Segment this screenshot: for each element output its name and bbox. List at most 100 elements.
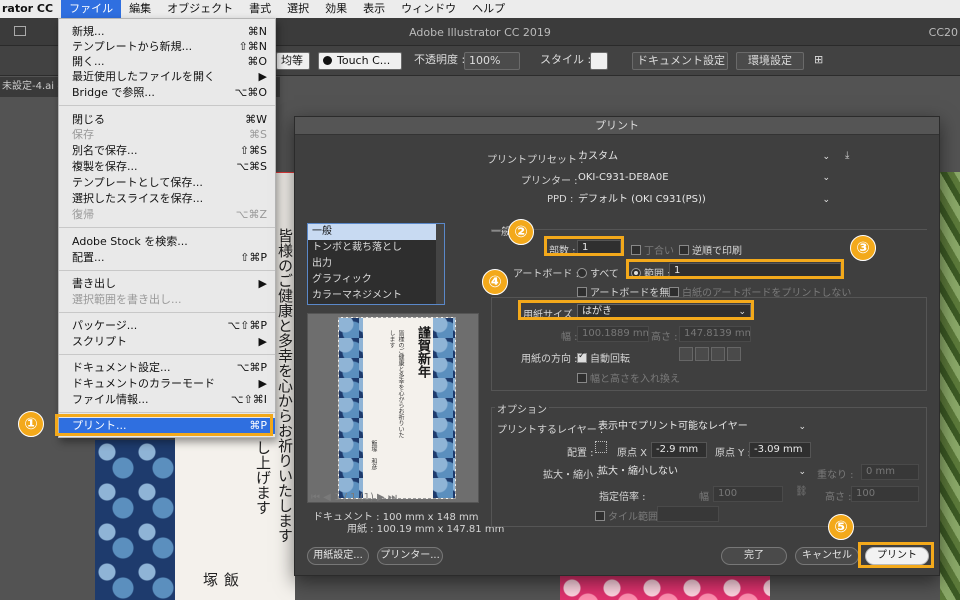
auto-rotate-checkbox[interactable]: 自動回転 — [577, 350, 630, 365]
menu-window[interactable]: ウィンドウ — [393, 0, 464, 18]
tile-range-checkbox[interactable]: タイル範囲 : — [595, 508, 665, 523]
orientation-portrait-icon[interactable] — [679, 347, 693, 361]
card-title: 謹賀新年 — [415, 326, 430, 378]
artboard-label: アートボード : — [513, 269, 579, 280]
menu-effect[interactable]: 効果 — [317, 0, 355, 18]
menu-separator — [59, 354, 275, 355]
preferences-button[interactable]: 環境設定 — [736, 52, 804, 70]
paper-size-info: 用紙 : 100.19 mm x 147.81 mm — [347, 524, 505, 535]
menu-select[interactable]: 選択 — [279, 0, 317, 18]
menu-item-color-mode[interactable]: ドキュメントのカラーモード ▶ — [59, 376, 275, 391]
menu-item-label: 保存 — [72, 128, 94, 141]
width-input[interactable]: 100.1889 mm — [577, 326, 649, 342]
printer-button[interactable]: プリンター... — [377, 547, 443, 565]
menu-item-new-from-template[interactable]: テンプレートから新規... ⇧⌘N — [59, 39, 275, 54]
menu-item-adobe-stock[interactable]: Adobe Stock を検索... — [59, 234, 275, 249]
menu-item-close[interactable]: 閉じる ⌘W — [59, 112, 275, 127]
category-marks-bleed[interactable]: トンボと裁ち落とし — [308, 240, 444, 256]
scale-height-input[interactable]: 100 — [851, 486, 919, 502]
menu-item-shortcut: ⌥⌘S — [236, 160, 267, 173]
menu-item-scripts[interactable]: スクリプト ▶ — [59, 334, 275, 349]
category-color-management[interactable]: カラーマネジメント — [308, 288, 444, 304]
menu-item-export[interactable]: 書き出し ▶ — [59, 276, 275, 291]
preset-select[interactable]: カスタム ⌄ — [573, 149, 835, 165]
cancel-button[interactable]: キャンセル — [795, 547, 859, 565]
chevron-down-icon: ⌄ — [798, 467, 806, 477]
category-scrollbar[interactable] — [436, 224, 444, 304]
step4-highlight — [518, 300, 754, 320]
scale-ratio-label: 指定倍率 : — [599, 492, 646, 503]
overlap-label: 重なり : — [817, 470, 854, 481]
menu-item-open[interactable]: 開く... ⌘O — [59, 54, 275, 69]
print-dialog: プリント プリントプリセット : カスタム ⌄ ⤓ プリンター : OKI-C93… — [294, 116, 940, 576]
menu-item-bridge[interactable]: Bridge で参照... ⌥⌘O — [59, 85, 275, 100]
menu-item-save-slices[interactable]: 選択したスライスを保存... — [59, 191, 275, 206]
menu-item-label: ドキュメント設定... — [72, 361, 171, 374]
menu-item-save-as[interactable]: 別名で保存... ⇧⌘S — [59, 143, 275, 158]
menu-object[interactable]: オブジェクト — [159, 0, 241, 18]
overlap-input[interactable]: 0 mm — [861, 464, 919, 480]
step5-highlight — [858, 542, 934, 568]
opacity-input[interactable]: 100% — [464, 52, 520, 70]
menu-item-label: 新規... — [72, 25, 105, 38]
artboard-all-radio[interactable]: すべて — [577, 265, 619, 280]
save-preset-icon[interactable]: ⤓ — [845, 150, 849, 161]
menu-item-file-info[interactable]: ファイル情報... ⌥⇧⌘I — [59, 392, 275, 407]
printer-select[interactable]: OKI-C931-DE8A0E ⌄ — [573, 170, 835, 186]
orientation-portrait-flipped-icon[interactable] — [711, 347, 725, 361]
menu-item-save-template[interactable]: テンプレートとして保存... — [59, 175, 275, 190]
menu-type[interactable]: 書式 — [241, 0, 279, 18]
page-nav[interactable]: ⏮ ◀ 1 / 1 (1) ▶ ⏭ — [311, 492, 397, 503]
stroke-profile[interactable]: 均等 — [276, 52, 310, 70]
menu-file[interactable]: ファイル — [61, 0, 122, 18]
placement-grid-icon[interactable] — [595, 441, 607, 453]
category-output[interactable]: 出力 — [308, 256, 444, 272]
orientation-landscape-flipped-icon[interactable] — [727, 347, 741, 361]
menu-view[interactable]: 表示 — [355, 0, 393, 18]
menu-item-package[interactable]: パッケージ... ⌥⇧⌘P — [59, 318, 275, 333]
done-button[interactable]: 完了 — [721, 547, 787, 565]
scaling-label: 拡大・縮小 : — [543, 470, 600, 481]
layers-select[interactable]: 表示中でプリント可能なレイヤー ⌄ — [593, 419, 811, 435]
document-setup-button[interactable]: ドキュメント設定 — [632, 52, 728, 70]
reverse-order-checkbox[interactable]: 逆順で印刷 — [679, 242, 742, 257]
brush-dot-icon — [323, 56, 332, 65]
arrange-icon[interactable]: ⊞ — [814, 52, 823, 70]
link-icon[interactable]: ⛓ — [795, 486, 808, 497]
menu-item-save-copy[interactable]: 複製を保存... ⌥⌘S — [59, 159, 275, 174]
menu-item-place[interactable]: 配置... ⇧⌘P — [59, 250, 275, 265]
menu-item-new[interactable]: 新規... ⌘N — [59, 24, 275, 39]
swap-checkbox[interactable]: 幅と高さを入れ換え — [577, 370, 680, 385]
layers-label: プリントするレイヤー : — [497, 425, 604, 436]
app-menu[interactable]: rator CC — [0, 0, 61, 18]
tile-range-input[interactable] — [657, 506, 719, 522]
style-swatch[interactable] — [590, 52, 608, 70]
menu-item-shortcut: ⌘O — [247, 55, 267, 68]
chevron-down-icon: ⌄ — [822, 173, 830, 183]
reverse-label: 逆順で印刷 — [692, 246, 742, 257]
menu-item-document-setup[interactable]: ドキュメント設定... ⌥⌘P — [59, 360, 275, 375]
all-label: すべて — [590, 269, 619, 280]
artwork-signature: 飯塚 — [201, 572, 240, 587]
page-setup-button[interactable]: 用紙設定... — [307, 547, 369, 565]
scale-width-input[interactable]: 100 — [713, 486, 783, 502]
menu-item-open-recent[interactable]: 最近使用したファイルを開く ▶ — [59, 69, 275, 84]
menu-help[interactable]: ヘルプ — [464, 0, 513, 18]
menu-edit[interactable]: 編集 — [121, 0, 159, 18]
height-label: 高さ : — [651, 332, 678, 343]
collate-checkbox[interactable]: 丁合い — [631, 242, 674, 257]
menu-item-label: ドキュメントのカラーモード — [72, 377, 215, 390]
origin-x-input[interactable]: -2.9 mm — [651, 442, 707, 458]
brush-dropdown[interactable]: Touch C... — [318, 52, 402, 70]
orientation-landscape-icon[interactable] — [695, 347, 709, 361]
category-list[interactable]: 一般 トンボと裁ち落とし 出力 グラフィック カラーマネジメント — [307, 223, 445, 305]
scale-height-label: 高さ : — [825, 492, 852, 503]
ppd-select[interactable]: デフォルト (OKI C931(PS)) ⌄ — [573, 192, 835, 208]
category-general[interactable]: 一般 — [308, 224, 444, 240]
category-graphics[interactable]: グラフィック — [308, 272, 444, 288]
brush-name: Touch C... — [337, 54, 391, 67]
card-name: 飯塚 和彦 — [370, 440, 377, 470]
origin-y-input[interactable]: -3.09 mm — [749, 442, 811, 458]
height-input[interactable]: 147.8139 mm — [679, 326, 751, 342]
scaling-select[interactable]: 拡大・縮小しない ⌄ — [593, 464, 811, 480]
